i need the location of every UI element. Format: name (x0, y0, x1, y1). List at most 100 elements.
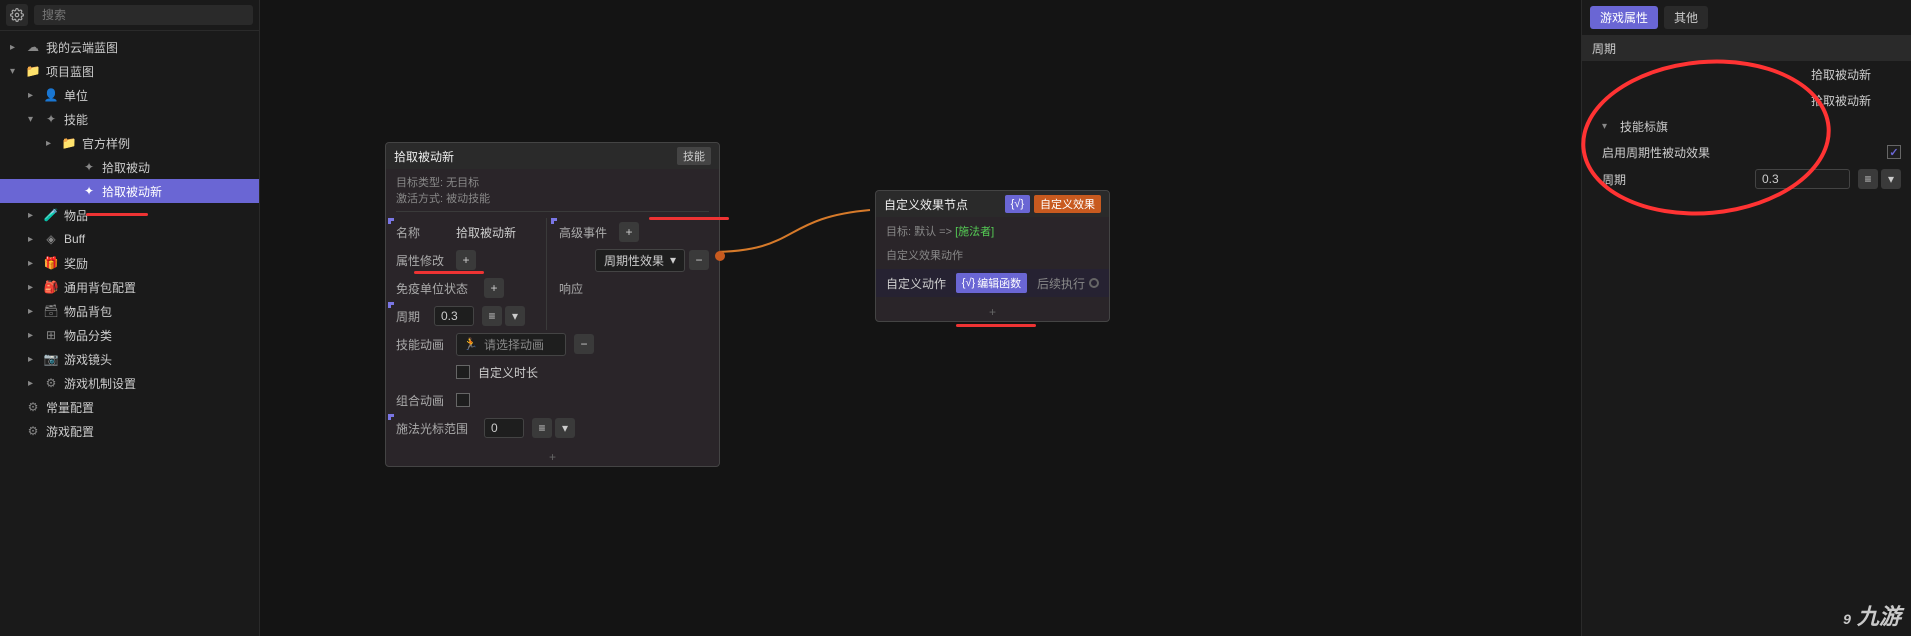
prop-period: 周期 ≡ ▾ (1582, 165, 1911, 193)
output-port[interactable] (1089, 278, 1099, 288)
effect-action-label: 自定义效果动作 (886, 241, 1099, 269)
add-button[interactable]: + (484, 278, 504, 298)
remove-button[interactable]: − (689, 250, 709, 270)
add-row-icon[interactable]: + (876, 303, 1109, 321)
tree-pickup-passive[interactable]: ✦ 拾取被动 (0, 155, 259, 179)
chevron-right-icon: ▸ (28, 282, 38, 293)
chevron-down-icon: ▾ (10, 66, 20, 77)
tree-skill[interactable]: ▾ ✦ 技能 (0, 107, 259, 131)
node-custom-effect[interactable]: 自定义效果节点 {√} 自定义效果 目标: 默认 => [施法者] 自定义效果动… (875, 190, 1110, 322)
tree-cloud-blueprints[interactable]: ▸ ☁ 我的云端蓝图 (0, 35, 259, 59)
corner-tick-icon (388, 302, 394, 308)
add-button[interactable]: + (456, 250, 476, 270)
target-label: 目标: (886, 226, 911, 238)
chevron-right-icon: ▸ (28, 378, 38, 389)
tab-other[interactable]: 其他 (1664, 6, 1708, 29)
reward-icon: 🎁 (44, 256, 58, 270)
chevron-right-icon: ▸ (28, 234, 38, 245)
period-value-input[interactable]: 0.3 (434, 306, 474, 326)
tree-item-category[interactable]: ▸ ⊞ 物品分类 (0, 323, 259, 347)
bag-icon: 🗃 (44, 304, 58, 318)
tree-item-bag[interactable]: ▸ 🗃 物品背包 (0, 299, 259, 323)
chevron-right-icon: ▸ (10, 42, 20, 53)
period-effect-dropdown[interactable]: 周期性效果 ▾ (595, 249, 685, 272)
watermark: 9 九游 (1843, 599, 1901, 631)
tree-label: 物品 (64, 207, 88, 224)
run-icon: 🏃 (463, 337, 478, 351)
field-name-label: 名称 (396, 224, 448, 241)
custom-duration-checkbox[interactable] (456, 365, 470, 379)
target-default: 默认 => (914, 226, 952, 238)
buff-icon: ◈ (44, 232, 58, 246)
cursor-range-input[interactable]: 0 (484, 418, 524, 438)
list-button[interactable]: ≡ (1858, 169, 1878, 189)
tree-bag-config[interactable]: ▸ 🎒 通用背包配置 (0, 275, 259, 299)
tree-label: 拾取被动新 (102, 183, 162, 200)
annotation-underline (414, 271, 484, 274)
node-title: 自定义效果节点 (884, 196, 968, 213)
skill-icon: ✦ (44, 112, 58, 126)
tree-mechanism[interactable]: ▸ ⚙ 游戏机制设置 (0, 371, 259, 395)
tree-label: 游戏镜头 (64, 351, 112, 368)
tree-project-blueprints[interactable]: ▾ 📁 项目蓝图 (0, 59, 259, 83)
code-icon: {√} (1005, 195, 1030, 213)
tree-label: 我的云端蓝图 (46, 39, 118, 56)
gear-icon: ⚙ (26, 400, 40, 414)
field-attr-mod-label: 属性修改 (396, 252, 448, 269)
folder-icon: 📁 (26, 64, 40, 78)
tree-constant[interactable]: ⚙ 常量配置 (0, 395, 259, 419)
node-tag-skill: 技能 (677, 147, 711, 165)
search-input[interactable] (34, 5, 253, 25)
settings-icon[interactable] (6, 4, 28, 26)
bag-icon: 🎒 (44, 280, 58, 294)
follow-exec-label: 后续执行 (1037, 275, 1085, 292)
tree-unit[interactable]: ▸ 👤 单位 (0, 83, 259, 107)
list-button[interactable]: ≡ (532, 418, 552, 438)
tree-label: 游戏机制设置 (64, 375, 136, 392)
field-name-value: 拾取被动新 (456, 224, 516, 241)
tree-pickup-passive-new[interactable]: ✦ 拾取被动新 (0, 179, 259, 203)
tab-game-props[interactable]: 游戏属性 (1590, 6, 1658, 29)
annotation-underline (86, 213, 148, 216)
list-button[interactable]: ≡ (482, 306, 502, 326)
chevron-right-icon: ▸ (28, 258, 38, 269)
clear-button[interactable]: − (574, 334, 594, 354)
tree-game-config[interactable]: ⚙ 游戏配置 (0, 419, 259, 443)
node-pickup-passive-new[interactable]: 拾取被动新 技能 目标类型: 无目标 激活方式: 被动技能 名称 拾取被动新 (385, 142, 720, 467)
edit-function-button[interactable]: {√}编辑函数 (956, 273, 1027, 293)
tree-sample[interactable]: ▸ 📁 官方样例 (0, 131, 259, 155)
dropdown-button[interactable]: ▾ (1881, 169, 1901, 189)
custom-action-label: 自定义动作 (886, 275, 946, 292)
tree-camera[interactable]: ▸ 📷 游戏镜头 (0, 347, 259, 371)
category-icon: ⊞ (44, 328, 58, 342)
blueprint-canvas[interactable]: 拾取被动新 技能 目标类型: 无目标 激活方式: 被动技能 名称 拾取被动新 (260, 0, 1581, 636)
skill-icon: ✦ (82, 184, 96, 198)
tree-label: 游戏配置 (46, 423, 94, 440)
chevron-right-icon: ▸ (28, 354, 38, 365)
chevron-right-icon: ▸ (28, 90, 38, 101)
folder-icon: 📁 (62, 136, 76, 150)
chevron-down-icon: ▾ (28, 114, 38, 125)
add-row-icon[interactable]: + (386, 448, 719, 466)
properties-panel: 游戏属性 其他 周期 拾取被动新 拾取被动新 ▾ 技能标旗 启用周期性被动效果 … (1581, 0, 1911, 636)
tree-buff[interactable]: ▸ ◈ Buff (0, 227, 259, 251)
chevron-down-icon: ▾ (670, 253, 676, 267)
skill-anim-select[interactable]: 🏃 请选择动画 (456, 333, 566, 356)
dropdown-button[interactable]: ▾ (505, 306, 525, 326)
add-button[interactable]: + (619, 222, 639, 242)
field-immune-label: 免疫单位状态 (396, 280, 476, 297)
combo-anim-checkbox[interactable] (456, 393, 470, 407)
enable-periodic-checkbox[interactable] (1887, 145, 1901, 159)
corner-tick-icon (388, 218, 394, 224)
item-icon: 🧪 (44, 208, 58, 222)
corner-tick-icon (388, 414, 394, 420)
tree-reward[interactable]: ▸ 🎁 奖励 (0, 251, 259, 275)
prop-pickup-new: 拾取被动新 (1582, 61, 1911, 87)
section-period[interactable]: 周期 (1582, 36, 1911, 61)
dropdown-button[interactable]: ▾ (555, 418, 575, 438)
chevron-right-icon: ▸ (28, 210, 38, 221)
period-input[interactable] (1755, 169, 1850, 189)
target-caster: [施法者] (955, 226, 994, 238)
output-port[interactable] (715, 251, 725, 261)
section-skill-flag[interactable]: ▾ 技能标旗 (1582, 113, 1911, 139)
